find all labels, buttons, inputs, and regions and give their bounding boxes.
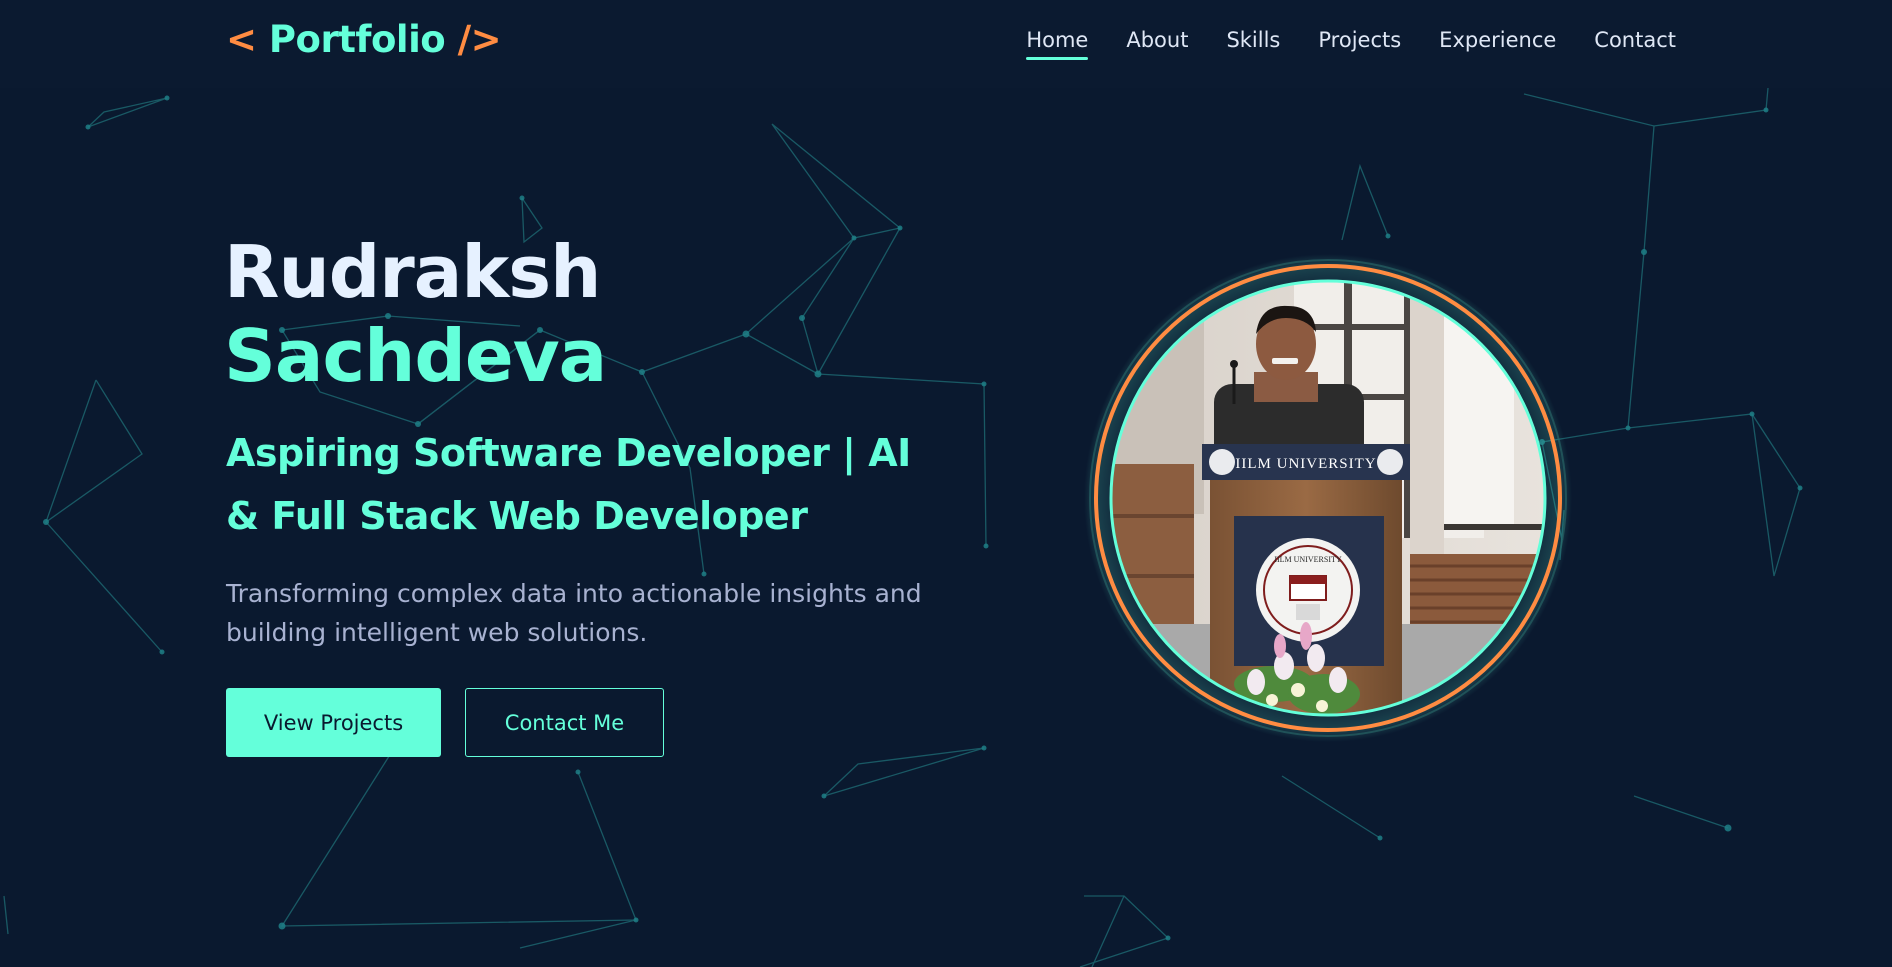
- profile-photo: IILM UNIVERSITY IILM UNIVERSITY: [1084, 254, 1572, 742]
- nav-projects[interactable]: Projects: [1318, 28, 1401, 56]
- nav-contact[interactable]: Contact: [1594, 28, 1676, 56]
- navbar: < Portfolio /> Home About Skills Project…: [0, 0, 1892, 88]
- logo-close-bracket: />: [457, 18, 502, 61]
- logo[interactable]: < Portfolio />: [226, 18, 502, 61]
- logo-open-bracket: <: [226, 18, 257, 61]
- nav-experience[interactable]: Experience: [1439, 28, 1556, 56]
- profile-photo-frame: IILM UNIVERSITY IILM UNIVERSITY: [1084, 254, 1572, 742]
- contact-me-button[interactable]: Contact Me: [465, 688, 664, 757]
- podium-banner-text: IILM UNIVERSITY: [1235, 456, 1376, 472]
- hero-tagline: Aspiring Software Developer | AI & Full …: [226, 431, 911, 538]
- logo-text: Portfolio: [268, 18, 446, 61]
- nav-about[interactable]: About: [1126, 28, 1188, 56]
- nav-home[interactable]: Home: [1026, 28, 1089, 60]
- hero-first-name: Rudraksh: [224, 230, 601, 314]
- nav-skills[interactable]: Skills: [1226, 28, 1280, 56]
- hero-last-name: Sachdeva: [224, 314, 607, 398]
- seal-text: IILM UNIVERSITY: [1274, 555, 1342, 564]
- view-projects-button[interactable]: View Projects: [226, 688, 441, 757]
- hero-name: Rudraksh Sachdeva: [224, 230, 607, 398]
- hero-description: Transforming complex data into actionabl…: [226, 579, 922, 647]
- main-nav: Home About Skills Projects Experience Co…: [1026, 28, 1676, 60]
